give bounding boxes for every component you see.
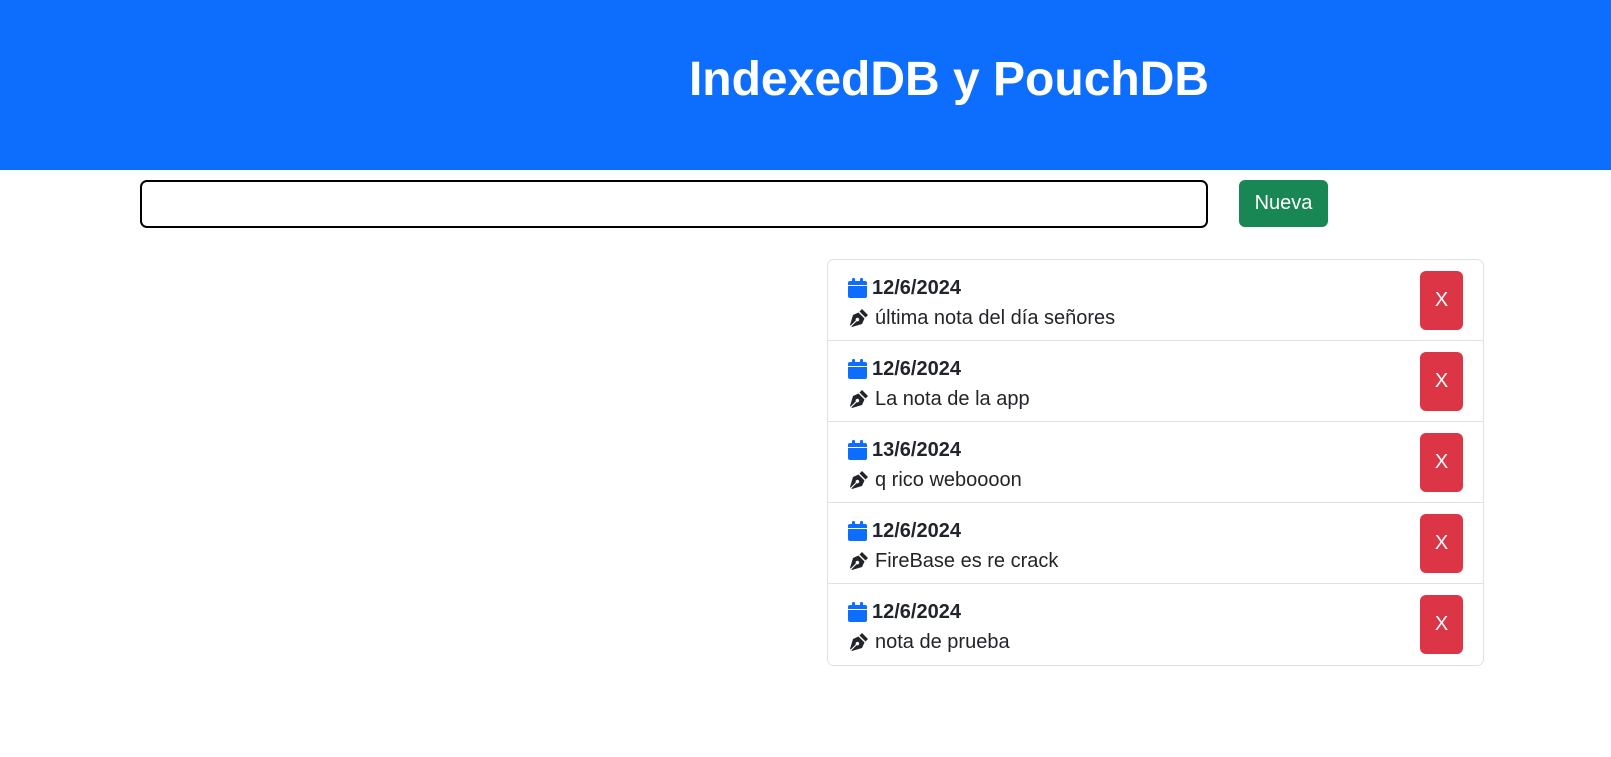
note-date: 12/6/2024	[872, 276, 961, 299]
calendar-icon	[848, 602, 867, 622]
note-date: 13/6/2024	[872, 438, 961, 461]
pen-nib-icon	[850, 470, 868, 489]
note-item: 12/6/2024 La nota de la app X	[828, 341, 1483, 422]
note-item: 12/6/2024 última nota del día señores X	[828, 260, 1483, 341]
note-date-row: 12/6/2024	[848, 600, 961, 624]
page-title: IndexedDB y PouchDB	[688, 53, 1210, 106]
delete-note-button[interactable]: X	[1420, 514, 1463, 573]
note-text: q rico weboooon	[875, 468, 1022, 491]
calendar-icon	[848, 278, 867, 298]
note-text-row: última nota del día señores	[848, 306, 1115, 330]
note-text: nota de prueba	[875, 630, 1010, 653]
note-text: FireBase es re crack	[875, 549, 1059, 572]
note-date-row: 12/6/2024	[848, 276, 961, 300]
pen-nib-icon	[850, 389, 868, 408]
note-text-row: La nota de la app	[848, 387, 1030, 411]
pen-nib-icon	[850, 551, 868, 570]
note-date: 12/6/2024	[872, 600, 961, 623]
new-note-button[interactable]: Nueva	[1239, 180, 1328, 227]
note-text-row: nota de prueba	[848, 630, 1010, 654]
pen-nib-icon	[850, 308, 868, 327]
calendar-icon	[848, 440, 867, 460]
note-text: última nota del día señores	[875, 306, 1116, 329]
note-date-row: 12/6/2024	[848, 357, 961, 381]
note-item: 12/6/2024 nota de prueba X	[828, 584, 1483, 665]
note-date: 12/6/2024	[872, 357, 961, 380]
notes-list: 12/6/2024 última nota del día señores X …	[827, 259, 1484, 666]
note-date-row: 12/6/2024	[848, 519, 961, 543]
note-date-row: 13/6/2024	[848, 438, 961, 462]
note-item: 13/6/2024 q rico weboooon X	[828, 422, 1483, 503]
calendar-icon	[848, 359, 867, 379]
note-text-row: q rico weboooon	[848, 468, 1022, 492]
note-text: La nota de la app	[875, 387, 1030, 410]
delete-note-button[interactable]: X	[1420, 352, 1463, 411]
app-header: IndexedDB y PouchDB	[0, 0, 1611, 170]
delete-note-button[interactable]: X	[1420, 433, 1463, 492]
note-text-row: FireBase es re crack	[848, 549, 1058, 573]
delete-note-button[interactable]: X	[1420, 271, 1463, 330]
delete-note-button[interactable]: X	[1420, 595, 1463, 654]
calendar-icon	[848, 521, 867, 541]
note-item: 12/6/2024 FireBase es re crack X	[828, 503, 1483, 584]
pen-nib-icon	[850, 632, 868, 651]
note-date: 12/6/2024	[872, 519, 961, 542]
note-input[interactable]	[140, 180, 1208, 228]
